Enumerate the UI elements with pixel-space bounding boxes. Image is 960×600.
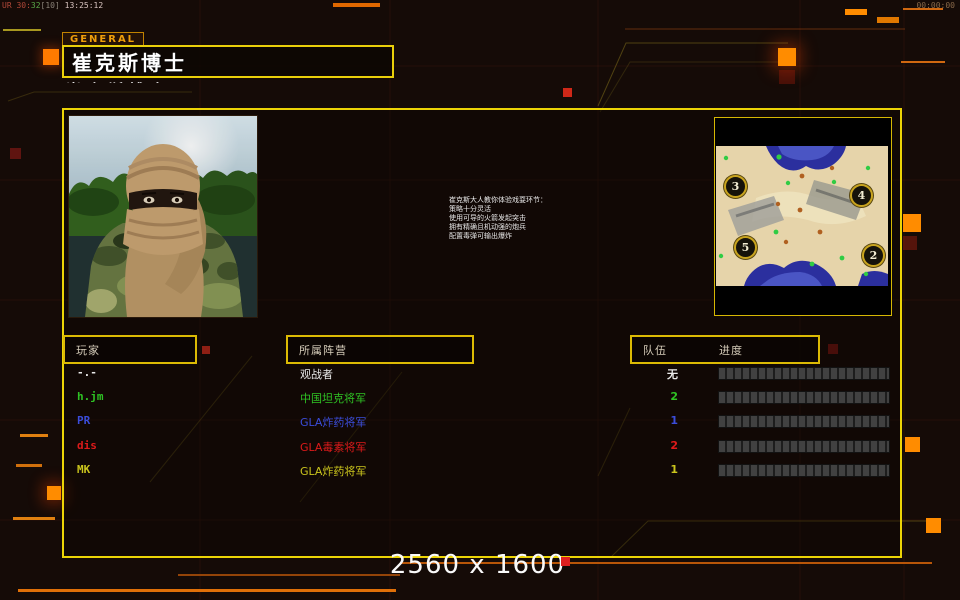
decor-square xyxy=(563,88,572,97)
player-name: PR xyxy=(77,414,91,427)
decor-square xyxy=(43,49,59,65)
player-name: MK xyxy=(77,463,91,476)
status-segment: 13:25:12 xyxy=(64,1,104,10)
decor-square xyxy=(905,437,920,452)
resolution-caption: 2560 x 1600 xyxy=(389,550,566,580)
decor-square xyxy=(778,48,796,66)
load-progress-bar xyxy=(718,415,890,428)
briefing-line: 崔克斯大人教你体验戏耍环节： xyxy=(449,196,547,204)
status-segment: UR 30: xyxy=(2,1,31,10)
player-name: dis xyxy=(77,439,97,452)
decor-bar xyxy=(901,61,945,63)
player-name: h.jm xyxy=(77,390,104,403)
decor-square xyxy=(561,557,570,566)
player-team: 2 xyxy=(670,390,678,403)
status-segment: 32 xyxy=(30,1,41,10)
status-readout: UR 30:32[10] 13:25:12 xyxy=(2,1,103,10)
player-team: 2 xyxy=(670,439,678,452)
decor-bar xyxy=(16,464,42,467)
clipped-subtitle: 崔克斯博士 xyxy=(66,79,246,83)
map-preview: 3 4 5 2 xyxy=(714,117,892,316)
load-progress-bar xyxy=(718,391,890,404)
start-position-marker: 2 xyxy=(862,244,885,267)
start-position-marker: 3 xyxy=(724,175,747,198)
decor-bar xyxy=(18,589,396,592)
player-row: h.jm 中国坦克将军 2 xyxy=(63,390,898,412)
player-faction: 观战者 xyxy=(300,368,333,381)
player-name: -.- xyxy=(77,366,97,379)
faction-header-label: 所属阵营 xyxy=(299,343,347,357)
load-progress-bar xyxy=(718,367,890,380)
player-faction: GLA炸药将军 xyxy=(300,465,367,478)
decor-square xyxy=(779,70,795,84)
player-faction: GLA炸药将军 xyxy=(300,416,367,429)
general-briefing: 崔克斯大人教你体验戏耍环节： 策略十分灵活 使用可导的火箭发起突击 拥有精确且机… xyxy=(449,196,599,241)
load-progress-bar xyxy=(718,440,890,453)
decor-bar xyxy=(178,574,400,576)
load-progress-bar xyxy=(718,464,890,477)
portrait-art xyxy=(69,116,257,317)
player-row: -.- 观战者 无 xyxy=(63,366,898,388)
map-image xyxy=(716,146,888,286)
game-timer: 00:00:00 xyxy=(916,1,955,10)
player-header-label: 玩家 xyxy=(76,343,100,357)
column-header-player: 玩家 xyxy=(63,335,197,364)
decor-bar xyxy=(877,17,899,23)
briefing-line: 配置毒弹可输出爆炸 xyxy=(449,232,512,240)
decor-bar xyxy=(845,9,867,15)
decor-bar xyxy=(333,3,380,7)
general-portrait xyxy=(68,115,258,318)
general-name: 崔克斯博士 xyxy=(72,51,187,75)
decor-square xyxy=(10,148,21,159)
briefing-line: 使用可导的火箭发起突击 xyxy=(449,214,526,222)
loading-screen: UR 30:32[10] 13:25:12 00:00:00 GENERAL 崔… xyxy=(0,0,960,600)
decor-bar xyxy=(3,29,41,31)
decor-square xyxy=(47,486,61,500)
start-position-marker: 5 xyxy=(734,236,757,259)
column-header-faction: 所属阵营 xyxy=(286,335,474,364)
general-title-box: 崔克斯博士 xyxy=(62,45,394,78)
decor-bar xyxy=(13,517,55,520)
player-row: PR GLA炸药将军 1 xyxy=(63,414,898,436)
briefing-line: 拥有精确且机动强的炮兵 xyxy=(449,223,526,231)
team-header-label: 队伍 xyxy=(643,343,667,357)
player-faction: 中国坦克将军 xyxy=(300,392,366,405)
player-row: dis GLA毒素将军 2 xyxy=(63,439,898,461)
decor-square xyxy=(903,236,917,250)
player-team: 1 xyxy=(670,414,678,427)
player-row: MK GLA炸药将军 1 xyxy=(63,463,898,485)
decor-bar xyxy=(20,434,48,437)
progress-header-label: 进度 xyxy=(719,343,743,357)
decor-square xyxy=(926,518,941,533)
column-header-team-progress: 队伍 进度 xyxy=(630,335,820,364)
player-team: 无 xyxy=(667,368,678,381)
briefing-line: 策略十分灵活 xyxy=(449,205,491,213)
start-position-marker: 4 xyxy=(850,184,873,207)
player-team: 1 xyxy=(670,463,678,476)
decor-square xyxy=(903,214,921,232)
status-segment: [10] xyxy=(40,1,65,10)
player-faction: GLA毒素将军 xyxy=(300,441,367,454)
